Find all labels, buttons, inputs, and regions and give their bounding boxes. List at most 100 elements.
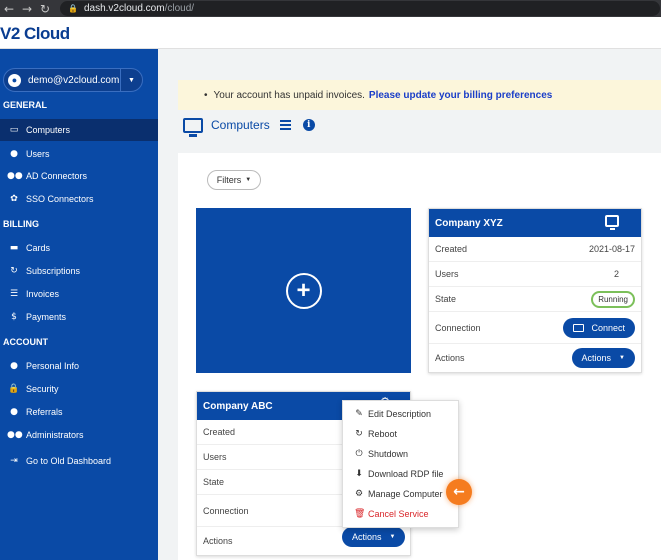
sidebar-item-invoices[interactable]: ☰ Invoices — [0, 283, 158, 305]
sidebar-item-cards[interactable]: ▬ Cards — [0, 237, 158, 259]
connection-label: Connection — [203, 505, 249, 516]
sidebar-item-old-dashboard[interactable]: ⇥ Go to Old Dashboard — [0, 450, 158, 472]
download-icon: ⬇ — [355, 469, 363, 479]
brain-icon: ✿ — [10, 194, 18, 204]
card-title: Company XYZ — [435, 217, 503, 229]
gear-icon: ⚙ — [354, 489, 364, 499]
card-row-actions: Actions Actions ▼ — [197, 527, 410, 555]
user-plus-icon: ● — [10, 407, 18, 417]
menu-item-reboot[interactable]: ↻ Reboot — [343, 424, 458, 444]
filters-label: Filters — [216, 175, 242, 185]
plus-icon[interactable]: + — [285, 272, 322, 309]
back-icon[interactable]: ← — [0, 2, 18, 16]
reload-icon[interactable]: ↻ — [36, 2, 54, 16]
logo[interactable]: V2 Cloud — [0, 24, 70, 44]
actions-label: Actions — [435, 353, 465, 363]
created-value: 2021-08-17 — [588, 244, 635, 254]
sidebar-item-label: SSO Connectors — [26, 194, 94, 204]
caret-down-icon[interactable]: ▼ — [120, 69, 142, 91]
arrow-left-icon: ← — [446, 479, 472, 505]
url-host: dash.v2cloud.com — [83, 3, 165, 14]
state-label: State — [203, 477, 225, 487]
user-icon: ● — [10, 149, 18, 159]
sidebar-item-ad-connectors[interactable]: ●● AD Connectors — [0, 165, 158, 187]
menu-item-edit-description[interactable]: ✎ Edit Description — [343, 404, 458, 424]
caret-down-icon: ▼ — [245, 177, 252, 183]
monitor-icon[interactable] — [605, 215, 619, 230]
sidebar-item-label: Security — [26, 384, 59, 394]
power-icon: ⏻ — [355, 449, 363, 459]
created-label: Created — [435, 244, 468, 254]
connect-button[interactable]: Connect — [563, 317, 635, 338]
sidebar-item-label: Referrals — [26, 407, 63, 417]
list-view-icon[interactable] — [279, 120, 291, 130]
info-icon[interactable]: i — [302, 119, 315, 131]
menu-item-label: Cancel Service — [368, 509, 429, 519]
sidebar-item-security[interactable]: 🔒 Security — [0, 378, 158, 400]
card-header: Company XYZ — [429, 209, 641, 237]
actions-button-label: Actions — [581, 353, 612, 363]
connection-label: Connection — [435, 322, 481, 333]
lock-icon: 🔒 — [68, 4, 78, 13]
connect-label: Connect — [591, 322, 625, 333]
account-email: demo@v2cloud.com — [28, 74, 120, 86]
computer-card-xyz: Company XYZ Created 2021-08-17 Users 2 S… — [428, 208, 642, 373]
user-icon: ● — [10, 361, 18, 371]
menu-item-cancel-service[interactable]: 🗑 Cancel Service — [343, 504, 458, 524]
refresh-icon: ↻ — [10, 266, 18, 276]
menu-item-label: Shutdown — [368, 449, 409, 459]
sidebar: ● demo@v2cloud.com ▼ GENERAL ▭ Computers… — [0, 49, 158, 560]
sidebar-item-personal-info[interactable]: ● Personal Info — [0, 355, 158, 377]
top-header: V2 Cloud — [0, 17, 661, 49]
menu-item-label: Reboot — [368, 429, 398, 439]
sidebar-item-label: Personal Info — [26, 361, 80, 371]
filters-button[interactable]: Filters ▼ — [207, 170, 261, 190]
user-circle-icon: ● — [8, 73, 21, 87]
forward-icon[interactable]: → — [18, 2, 36, 16]
browser-toolbar: ← → ↻ 🔒 dash.v2cloud.com /cloud/ — [0, 0, 661, 17]
actions-button[interactable]: Actions ▼ — [571, 348, 635, 368]
sidebar-item-referrals[interactable]: ● Referrals — [0, 401, 158, 423]
sidebar-item-computers[interactable]: ▭ Computers — [0, 119, 158, 141]
sidebar-item-label: Payments — [26, 312, 67, 322]
list-icon: ☰ — [9, 289, 19, 299]
sidebar-item-label: Invoices — [26, 289, 60, 299]
credit-card-icon: ▬ — [9, 243, 19, 253]
users-icon: ●● — [7, 171, 23, 181]
section-general: GENERAL — [3, 100, 48, 110]
sign-out-icon: ⇥ — [10, 456, 18, 466]
sidebar-item-sso-connectors[interactable]: ✿ SSO Connectors — [0, 188, 158, 210]
lock-icon: 🔒 — [8, 384, 20, 394]
monitor-icon: ▭ — [9, 125, 19, 135]
alert-text: Your account has unpaid invoices. — [213, 89, 365, 101]
sidebar-item-payments[interactable]: $ Payments — [0, 306, 158, 328]
monitor-icon — [183, 117, 203, 137]
card-row-users: Users 2 — [429, 262, 641, 287]
address-bar[interactable]: 🔒 dash.v2cloud.com /cloud/ — [60, 1, 660, 16]
menu-item-download-rdp[interactable]: ⬇ Download RDP file — [343, 464, 458, 484]
pencil-icon: ✎ — [355, 409, 363, 419]
sidebar-item-administrators[interactable]: ●● Administrators — [0, 424, 158, 446]
caret-down-icon: ▼ — [389, 534, 396, 540]
add-computer-card[interactable]: + — [196, 208, 411, 373]
actions-button-label: Actions — [352, 532, 382, 542]
actions-label: Actions — [203, 536, 233, 546]
card-row-created: Created 2021-08-17 — [429, 237, 641, 262]
actions-menu: ✎ Edit Description ↻ Reboot ⏻ Shutdown ⬇… — [342, 400, 459, 528]
sidebar-item-label: Subscriptions — [26, 266, 81, 276]
menu-item-manage-computer[interactable]: ⚙ Manage Computer — [343, 484, 458, 504]
sidebar-item-label: Cards — [26, 243, 51, 253]
trash-icon: 🗑 — [354, 509, 366, 519]
sidebar-item-label: Administrators — [26, 430, 84, 440]
actions-button[interactable]: Actions ▼ — [342, 527, 406, 547]
menu-item-label: Download RDP file — [368, 469, 444, 479]
card-row-connection: Connection Connect — [429, 312, 641, 344]
url-path: /cloud/ — [164, 3, 195, 14]
account-dropdown[interactable]: ● demo@v2cloud.com ▼ — [3, 68, 143, 92]
billing-link[interactable]: Please update your billing preferences — [369, 90, 552, 101]
sidebar-item-subscriptions[interactable]: ↻ Subscriptions — [0, 260, 158, 282]
page-heading: Computers i — [183, 115, 315, 137]
sidebar-item-label: AD Connectors — [26, 171, 88, 181]
sidebar-item-users[interactable]: ● Users — [0, 143, 158, 165]
menu-item-shutdown[interactable]: ⏻ Shutdown — [343, 444, 458, 464]
